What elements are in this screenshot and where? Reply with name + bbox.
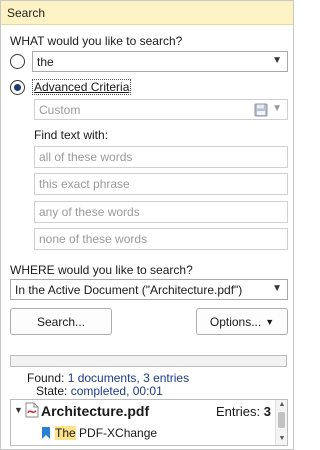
exact-phrase-input[interactable]: this exact phrase — [34, 173, 288, 195]
advanced-criteria-label[interactable]: Advanced Criteria — [32, 79, 132, 95]
chevron-down-icon[interactable]: ▼ — [272, 103, 282, 114]
query-value: the — [37, 54, 54, 69]
found-label: Found: — [27, 371, 65, 385]
radio-selected-dot — [14, 84, 21, 91]
pdf-file-icon — [25, 402, 39, 421]
collapse-chevron-icon[interactable]: ▼ — [14, 405, 23, 415]
search-button-label: Search... — [36, 314, 86, 329]
result-match-line[interactable]: The PDF-XChange — [55, 426, 157, 440]
where-label: WHERE would you like to search? — [10, 263, 193, 277]
panel-title: Search — [7, 5, 46, 20]
bookmark-icon — [41, 426, 51, 443]
save-icon[interactable] — [254, 103, 268, 120]
state-label: State: — [36, 384, 68, 398]
chevron-down-icon[interactable]: ▼ — [272, 55, 282, 66]
chevron-down-icon: ▼ — [265, 316, 275, 327]
results-scrollbar[interactable]: ▲ ▼ — [275, 400, 287, 445]
scroll-thumb[interactable] — [278, 412, 285, 428]
where-value: In the Active Document ("Architecture.pd… — [15, 282, 243, 297]
match-highlight: The — [55, 426, 76, 440]
where-combo[interactable]: In the Active Document ("Architecture.pd… — [10, 279, 288, 300]
result-file-name[interactable]: Architecture.pdf — [41, 403, 149, 419]
search-panel: Search WHAT would you like to search? th… — [0, 0, 294, 450]
entries-label: Entries: — [216, 404, 261, 419]
found-value: 1 documents, 3 entries — [67, 371, 190, 385]
all-words-input[interactable]: all of these words — [34, 146, 288, 168]
panel-titlebar: Search — [1, 1, 293, 25]
criteria-preset-value: Custom — [39, 102, 81, 117]
options-button-label: Options... — [209, 314, 262, 329]
search-button[interactable]: Search... — [10, 308, 112, 335]
find-text-label: Find text with: — [34, 128, 109, 142]
state-value: completed, 00:01 — [70, 384, 163, 398]
search-progress-bar — [10, 355, 287, 367]
any-words-input[interactable]: any of these words — [34, 201, 288, 223]
what-label: WHAT would you like to search? — [10, 34, 183, 48]
criteria-preset-combo[interactable]: Custom ▼ — [34, 99, 288, 120]
chevron-down-icon[interactable]: ▼ — [272, 283, 282, 294]
scroll-up-icon[interactable]: ▲ — [277, 401, 287, 408]
options-button[interactable]: Options... ▼ — [196, 308, 288, 335]
state-status: State: completed, 00:01 — [36, 384, 163, 398]
entries-count: 3 — [263, 404, 271, 419]
scroll-down-icon[interactable]: ▼ — [277, 435, 287, 442]
radio-advanced-criteria[interactable] — [10, 80, 25, 95]
none-words-input[interactable]: none of these words — [34, 228, 288, 250]
query-combo[interactable]: the ▼ — [32, 51, 288, 72]
result-entries: Entries: 3 — [216, 404, 271, 419]
found-status: Found: 1 documents, 3 entries — [27, 371, 189, 385]
results-tree[interactable]: ▼ Architecture.pdf Entries: 3 The PDF-XC… — [10, 399, 288, 446]
match-context: PDF-XChange — [75, 426, 158, 440]
radio-simple-search[interactable] — [10, 54, 25, 69]
